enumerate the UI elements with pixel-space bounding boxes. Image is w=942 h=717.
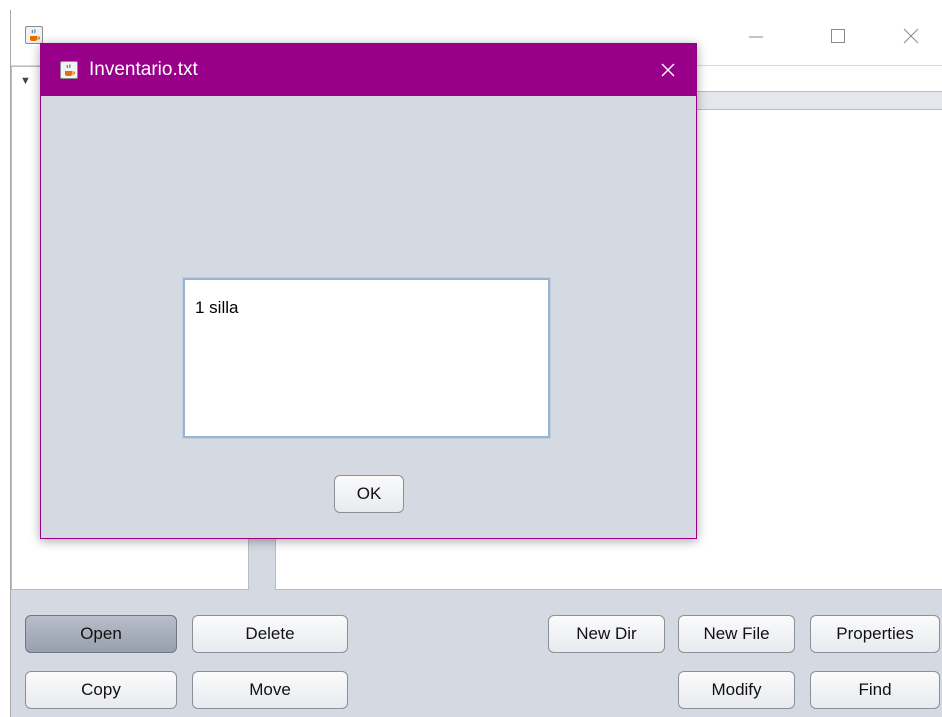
delete-button[interactable]: Delete <box>192 615 348 653</box>
find-button[interactable]: Find <box>810 671 940 709</box>
ok-button[interactable]: OK <box>334 475 404 513</box>
minimize-button[interactable] <box>736 22 776 50</box>
new-dir-button[interactable]: New Dir <box>548 615 665 653</box>
dialog-titlebar[interactable]: Inventario.txt <box>41 44 696 96</box>
close-window-button[interactable] <box>891 22 931 50</box>
maximize-button[interactable] <box>818 22 858 50</box>
close-icon <box>661 63 675 77</box>
minimize-icon <box>749 36 763 38</box>
copy-button[interactable]: Copy <box>25 671 177 709</box>
file-content-textarea[interactable]: 1 silla <box>182 277 551 439</box>
java-coffee-icon <box>25 26 43 44</box>
properties-button[interactable]: Properties <box>810 615 940 653</box>
file-viewer-dialog: Inventario.txt 1 silla OK <box>40 43 697 539</box>
modify-button[interactable]: Modify <box>678 671 795 709</box>
dialog-title: Inventario.txt <box>89 59 198 80</box>
tree-expand-arrow-icon[interactable]: ▼ <box>20 75 31 87</box>
move-button[interactable]: Move <box>192 671 348 709</box>
new-file-button[interactable]: New File <box>678 615 795 653</box>
dialog-close-button[interactable] <box>653 56 683 84</box>
close-icon <box>903 28 919 44</box>
open-button[interactable]: Open <box>25 615 177 653</box>
java-coffee-icon <box>60 61 78 79</box>
maximize-icon <box>831 29 845 43</box>
